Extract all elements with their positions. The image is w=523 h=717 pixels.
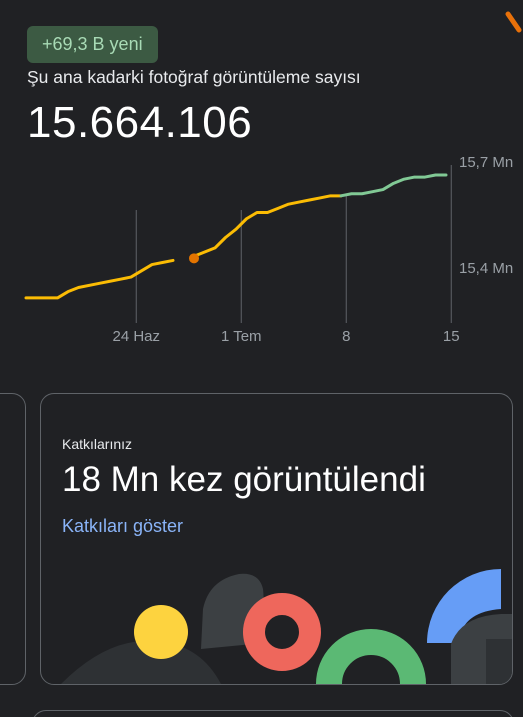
contributions-card[interactable]: Katkılarınız 18 Mn kez görüntülendi Katk… <box>40 393 513 685</box>
yellow-circle <box>134 605 188 659</box>
corner-accent-icon <box>505 11 522 33</box>
green-arc <box>316 629 426 684</box>
series-line-1 <box>192 194 343 258</box>
new-views-badge: +69,3 B yeni <box>27 26 158 63</box>
dark-square-shape <box>486 639 512 684</box>
contributions-label: Katkılarınız <box>62 436 133 452</box>
views-line-chart: 24 Haz 1 Tem 8 15 15,7 Mn 15,4 Mn <box>24 154 513 345</box>
x-tick-label: 15 <box>443 328 460 345</box>
show-contributions-link[interactable]: Katkıları göster <box>62 516 183 537</box>
next-card[interactable] <box>32 710 514 717</box>
series-line-0 <box>24 258 175 300</box>
y-tick-label: 15,4 Mn <box>459 260 513 277</box>
current-point-marker <box>189 253 199 264</box>
photo-views-screen: +69,3 B yeni Şu ana kadarki fotoğraf gör… <box>0 0 523 717</box>
x-tick-label: 24 Haz <box>112 328 160 345</box>
contributions-title: 18 Mn kez görüntülendi <box>62 460 426 499</box>
x-tick-label: 1 Tem <box>221 328 262 345</box>
views-subtitle: Şu ana kadarki fotoğraf görüntüleme sayı… <box>27 67 361 87</box>
y-tick-label: 15,7 Mn <box>459 154 513 171</box>
x-tick-label: 8 <box>342 328 350 345</box>
previous-card[interactable] <box>0 393 26 685</box>
red-ring <box>243 593 321 671</box>
series-line-2 <box>339 173 448 198</box>
